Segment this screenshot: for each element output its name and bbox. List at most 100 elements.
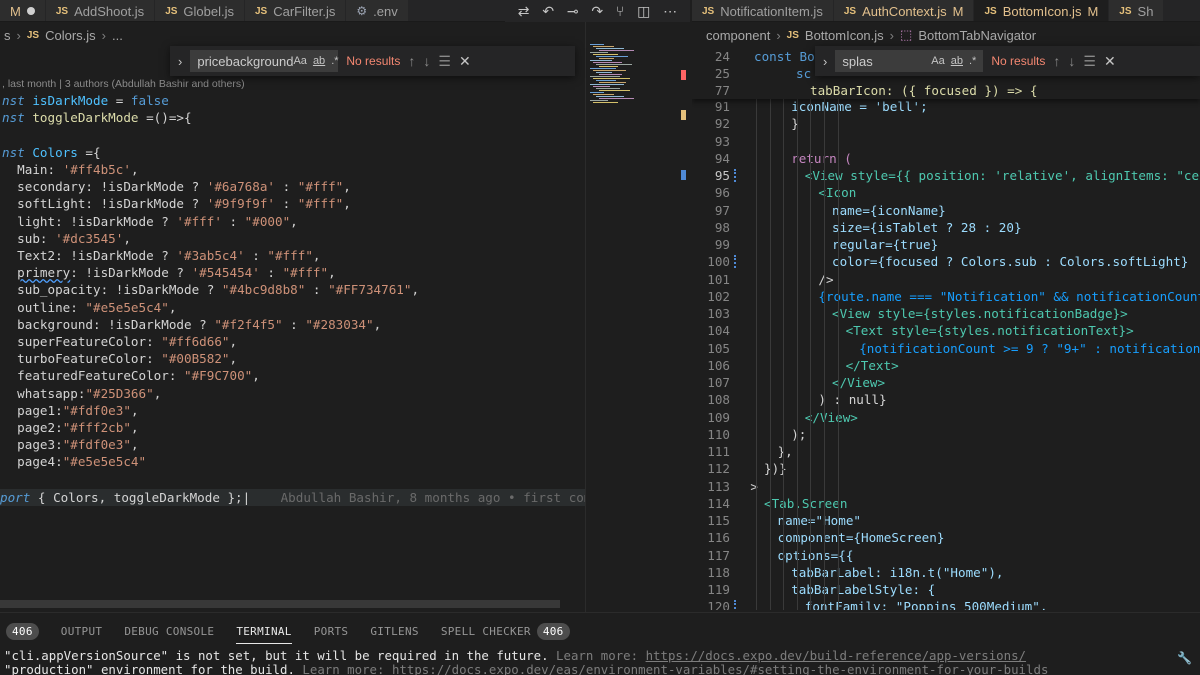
minimap-marker: [681, 170, 686, 180]
tab-gitlens[interactable]: GITLENS: [370, 619, 418, 643]
match-word-icon[interactable]: ab: [951, 55, 963, 67]
breadcrumb-folder[interactable]: s: [4, 28, 11, 43]
match-case-icon[interactable]: Aa: [293, 55, 306, 67]
git-change-marker[interactable]: [734, 255, 736, 269]
tab-env[interactable]: ⚙ .env: [346, 0, 409, 21]
tab-terminal[interactable]: TERMINAL: [236, 619, 293, 644]
find-input[interactable]: pricebackground Aa ab .*: [190, 50, 339, 72]
tab-output[interactable]: OUTPUT: [61, 619, 103, 643]
js-file-icon: JS: [984, 5, 997, 17]
minimap-line: [599, 58, 614, 59]
symbol-icon: ⬚: [900, 27, 913, 42]
close-icon[interactable]: ✕: [459, 53, 471, 70]
line-number: 104: [707, 323, 730, 339]
match-case-icon[interactable]: Aa: [931, 55, 944, 67]
indent-guide: [769, 98, 771, 610]
tab-ports[interactable]: PORTS: [314, 619, 349, 643]
code-line: </View>: [832, 375, 886, 390]
codelens-blame[interactable]: , last month | 3 authors (Abdullah Bashi…: [2, 76, 245, 93]
chevron-right-icon: ›: [889, 27, 895, 43]
line-number: 113: [707, 478, 730, 494]
sticky-code-line[interactable]: sc: [796, 65, 811, 82]
minimap[interactable]: [585, 22, 692, 612]
tab-label: AddShoot.js: [74, 3, 145, 19]
git-change-marker[interactable]: [734, 169, 736, 182]
problems-count-badge[interactable]: 406: [6, 622, 39, 640]
git-branch-icon[interactable]: ⑂: [616, 4, 624, 18]
right-tab-bar: JS NotificationItem.js JS AuthContext.js…: [692, 0, 1200, 22]
tab-partial-right[interactable]: JS Sh: [1109, 0, 1165, 21]
js-file-icon: JS: [165, 5, 178, 17]
split-editor-icon[interactable]: ◫: [637, 4, 650, 18]
minimap-line: [599, 98, 634, 99]
breadcrumb-file[interactable]: Colors.js: [45, 28, 96, 43]
color-property-line: featuredFeatureColor: "#F9C700",: [17, 368, 260, 384]
inline-blame[interactable]: Abdullah Bashir, 8 months ago • first co…: [281, 490, 585, 505]
find-result: No results: [346, 54, 401, 68]
breadcrumb-symbol[interactable]: BottomTabNavigator: [918, 28, 1036, 43]
color-property-line: whatsapp:"#25D366",: [17, 385, 162, 401]
chevron-right-icon[interactable]: ›: [823, 54, 827, 69]
arrow-up-icon[interactable]: ↑: [408, 53, 415, 69]
tab-notificationitem[interactable]: JS NotificationItem.js: [692, 0, 834, 21]
regex-icon[interactable]: .*: [331, 55, 338, 67]
line-number: 108: [707, 392, 730, 408]
line-number: 109: [707, 409, 730, 425]
indent-guide: [756, 98, 757, 610]
left-editor[interactable]: , last month | 3 authors (Abdullah Bashi…: [0, 48, 585, 610]
tab-bottomicon[interactable]: JS BottomIcon.js M: [974, 0, 1110, 21]
minimap-line: [590, 44, 604, 45]
tab-authcontext[interactable]: JS AuthContext.js M: [833, 0, 975, 21]
line-number: 97: [714, 202, 730, 218]
terminal-link[interactable]: https://docs.expo.dev/eas/environment-va…: [392, 662, 1048, 675]
git-change-marker[interactable]: [734, 600, 736, 610]
wrench-icon[interactable]: 🔧: [1177, 651, 1192, 665]
breadcrumb-folder[interactable]: component: [706, 28, 770, 43]
tab-label: Sh: [1137, 3, 1154, 19]
js-file-icon: JS: [255, 5, 268, 17]
chevron-right-icon[interactable]: ›: [178, 54, 182, 69]
tab-carfilter[interactable]: JS CarFilter.js: [245, 0, 347, 21]
more-actions-icon[interactable]: ⋯: [663, 4, 677, 18]
arrow-down-icon[interactable]: ↓: [423, 53, 430, 69]
go-forward-icon[interactable]: ↷: [591, 4, 603, 18]
code-line: iconName = 'bell';: [791, 99, 928, 114]
commit-icon[interactable]: ⊸: [567, 4, 579, 18]
tab-spell-checker[interactable]: SPELL CHECKER 406: [441, 619, 570, 643]
minimap-line: [590, 60, 612, 61]
line-number: 102: [707, 288, 730, 304]
close-icon[interactable]: ✕: [1104, 53, 1116, 70]
match-word-icon[interactable]: ab: [313, 55, 325, 67]
arrow-down-icon[interactable]: ↓: [1068, 53, 1075, 69]
tab-addshoot[interactable]: JS AddShoot.js: [45, 0, 156, 21]
right-editor[interactable]: 91 iconName = 'bell'; 92} 93 94 return (95 <Vi…: [692, 48, 1200, 610]
minimap-line: [593, 70, 626, 71]
minimap-line: [590, 68, 616, 69]
tab-partial[interactable]: M: [0, 0, 46, 21]
code-line: {notificationCount >= 9 ? "9+" : notific…: [859, 340, 1200, 356]
line-number: 119: [707, 582, 730, 597]
sticky-code-line[interactable]: tabBarIcon: ({ focused }) => {: [810, 82, 1037, 99]
line-number: 91: [714, 99, 730, 114]
minimap-line: [599, 82, 626, 83]
find-in-selection-icon[interactable]: ☰: [1083, 53, 1096, 70]
find-in-selection-icon[interactable]: ☰: [438, 53, 451, 70]
tab-debug-console[interactable]: DEBUG CONSOLE: [124, 619, 214, 643]
regex-icon[interactable]: .*: [969, 55, 976, 67]
horizontal-scrollbar[interactable]: [0, 600, 560, 608]
terminal-link[interactable]: https://docs.expo.dev/build-reference/ap…: [646, 648, 1026, 663]
breadcrumb: s › JS Colors.js › ...: [0, 22, 585, 48]
breadcrumb-tail[interactable]: ...: [112, 28, 123, 43]
breadcrumb-file[interactable]: BottomIcon.js: [805, 28, 884, 43]
js-file-icon: JS: [26, 29, 40, 41]
code-line-current: port { Colors, toggleDarkMode };| Abdull…: [0, 489, 585, 506]
sticky-code-line[interactable]: const Bot: [754, 48, 822, 65]
go-back-icon[interactable]: ↶: [542, 4, 554, 18]
code-line: </Text>: [845, 357, 899, 373]
tab-modified-indicator: M: [952, 3, 964, 19]
color-property-line: superFeatureColor: "#ff6d66",: [17, 334, 238, 349]
compare-changes-icon[interactable]: ⇄: [518, 4, 530, 18]
arrow-up-icon[interactable]: ↑: [1053, 53, 1060, 69]
find-input[interactable]: splas Aa ab .*: [835, 50, 984, 72]
tab-globel[interactable]: JS Globel.js: [155, 0, 245, 21]
